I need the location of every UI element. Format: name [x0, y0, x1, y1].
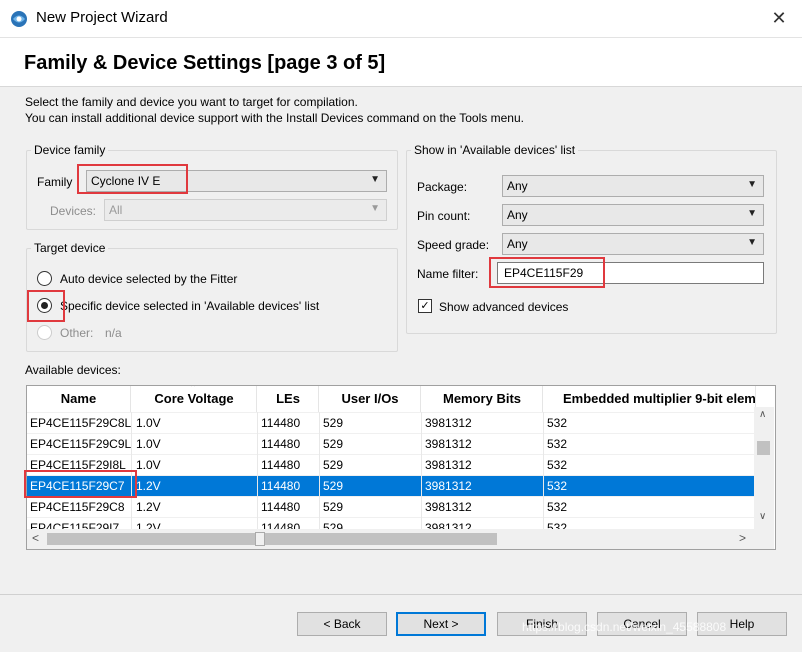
table-cell: 1.2V	[136, 479, 161, 493]
highlight-name-filter	[489, 257, 605, 288]
description-line-2: You can install additional device suppor…	[25, 111, 524, 125]
package-label: Package:	[417, 180, 468, 194]
pin-count-combo[interactable]: Any ▼	[502, 204, 764, 226]
window-title: New Project Wizard	[36, 9, 168, 26]
column-header-embedded-multiplier[interactable]: Embedded multiplier 9-bit elem	[544, 386, 756, 412]
chevron-down-icon: ▼	[370, 203, 380, 214]
scroll-grip	[255, 532, 265, 546]
filter-group-label: Show in 'Available devices' list	[411, 143, 579, 157]
next-button[interactable]: Next >	[396, 612, 486, 636]
table-cell: 529	[323, 479, 344, 493]
app-icon	[11, 11, 27, 27]
table-cell: 532	[547, 479, 568, 493]
other-device-radio	[37, 325, 52, 340]
description-line-1: Select the family and device you want to…	[25, 95, 358, 109]
package-combo[interactable]: Any ▼	[502, 175, 764, 197]
page-title: Family & Device Settings [page 3 of 5]	[24, 52, 386, 74]
speed-grade-label: Speed grade:	[417, 238, 490, 252]
scrollbar-corner	[754, 529, 774, 549]
target-device-group-label: Target device	[31, 241, 109, 255]
show-advanced-label[interactable]: Show advanced devices	[439, 300, 568, 314]
table-cell: 1.0V	[136, 458, 161, 472]
family-label: Family	[37, 175, 73, 189]
chevron-down-icon: ▼	[747, 208, 757, 219]
table-cell: 114480	[261, 416, 301, 430]
header-divider	[0, 86, 802, 87]
other-label: Other:	[60, 326, 94, 340]
device-family-group-label: Device family	[31, 143, 109, 157]
table-cell: 532	[547, 437, 568, 451]
column-header-user-ios[interactable]: User I/Os	[320, 386, 421, 412]
table-cell: 114480	[261, 458, 301, 472]
highlight-family	[77, 164, 188, 194]
close-icon[interactable]: ✕	[762, 4, 796, 32]
table-cell: 114480	[261, 500, 301, 514]
pin-count-label: Pin count:	[417, 209, 471, 223]
devices-combo: All ▼	[104, 199, 387, 221]
table-cell: 529	[323, 416, 344, 430]
table-cell: 3981312	[425, 500, 472, 514]
footer-divider	[0, 594, 802, 595]
scroll-left-icon[interactable]: <	[32, 531, 39, 545]
speed-grade-combo-value: Any	[507, 237, 528, 251]
available-devices-table[interactable]: Name Core Voltage ⌃ LEs User I/Os Memory…	[26, 385, 776, 550]
highlight-selected-device	[24, 470, 137, 498]
scroll-up-icon[interactable]: ∧	[759, 409, 766, 420]
table-row[interactable]: EP4CE115F29C8 1.2V 114480 529 3981312 532	[27, 496, 756, 517]
table-cell: 3981312	[425, 458, 472, 472]
table-cell: 1.2V	[136, 500, 161, 514]
table-cell: 3981312	[425, 479, 472, 493]
title-bar: New Project Wizard ✕	[0, 0, 802, 38]
column-header-les[interactable]: LEs	[258, 386, 319, 412]
table-cell: 529	[323, 437, 344, 451]
table-cell: 1.0V	[136, 416, 161, 430]
chevron-down-icon: ▼	[747, 237, 757, 248]
table-cell: 1.0V	[136, 437, 161, 451]
table-cell: 3981312	[425, 437, 472, 451]
column-header-memory-bits[interactable]: Memory Bits	[422, 386, 543, 412]
back-button[interactable]: < Back	[297, 612, 387, 636]
specific-device-label[interactable]: Specific device selected in 'Available d…	[60, 299, 319, 313]
scroll-right-icon[interactable]: >	[739, 531, 746, 545]
table-cell: 532	[547, 458, 568, 472]
sort-ascending-icon: ⌃	[189, 385, 198, 394]
table-cell: 114480	[261, 479, 301, 493]
table-cell: EP4CE115F29C9L	[30, 437, 132, 451]
table-cell: EP4CE115F29C8L	[30, 416, 132, 430]
horizontal-scroll-thumb[interactable]	[47, 533, 497, 545]
table-cell: 114480	[261, 437, 301, 451]
horizontal-scrollbar[interactable]: < >	[27, 529, 754, 549]
devices-label: Devices:	[50, 204, 97, 218]
name-filter-label: Name filter:	[417, 267, 479, 281]
watermark: https://blog.csdn.net/weixin_45588808	[522, 620, 727, 634]
auto-device-radio[interactable]	[37, 271, 52, 286]
chevron-down-icon: ▼	[370, 174, 380, 185]
table-cell: 532	[547, 500, 568, 514]
show-advanced-checkbox[interactable]: ✓	[418, 299, 432, 313]
table-row[interactable]: EP4CE115F29C9L 1.0V 114480 529 3981312 532	[27, 433, 756, 454]
wizard-header: Family & Device Settings [page 3 of 5]	[0, 38, 802, 86]
available-devices-label: Available devices:	[25, 363, 121, 377]
vertical-scrollbar[interactable]: ∧ ∨	[754, 407, 774, 529]
vertical-scroll-thumb[interactable]	[757, 441, 770, 455]
table-cell: 532	[547, 416, 568, 430]
table-row[interactable]: EP4CE115F29C8L 1.0V 114480 529 3981312 532	[27, 412, 756, 433]
scroll-down-icon[interactable]: ∨	[759, 511, 766, 522]
speed-grade-combo[interactable]: Any ▼	[502, 233, 764, 255]
package-combo-value: Any	[507, 179, 528, 193]
table-cell: 529	[323, 458, 344, 472]
other-value: n/a	[105, 326, 122, 340]
column-header-name[interactable]: Name	[27, 386, 131, 412]
table-cell: 529	[323, 500, 344, 514]
table-cell: 3981312	[425, 416, 472, 430]
pin-count-combo-value: Any	[507, 208, 528, 222]
table-cell: EP4CE115F29C8	[30, 500, 125, 514]
devices-combo-value: All	[109, 203, 123, 217]
chevron-down-icon: ▼	[747, 179, 757, 190]
auto-device-label[interactable]: Auto device selected by the Fitter	[60, 272, 237, 286]
highlight-specific-radio	[27, 290, 65, 322]
